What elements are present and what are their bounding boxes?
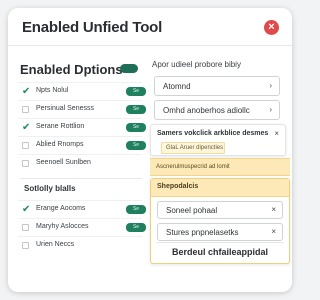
check-icon: ✔ [22,122,31,133]
checkbox-empty[interactable] [22,224,29,231]
option-row[interactable]: Maryhy Aslocces Se [18,218,146,236]
option-label: Ablied Rnomps [36,141,84,148]
notice-bar: Ascnerulmuspecrid ad lomit [150,158,290,176]
options-heading: Enabled Dptions [20,62,123,77]
option-row[interactable]: Urien Neccs [18,236,142,254]
warning-title: Shepodalcis [157,183,199,190]
details-heading: Apor udieel probore bibiy [152,60,241,69]
option-toggle[interactable]: Se [126,105,146,114]
option-toggle[interactable]: Se [126,123,146,132]
option-toggle[interactable]: Se [126,205,146,214]
section-divider [20,178,142,179]
field-value: Stures pnpnelasetks [166,228,239,237]
option-label: Persinual Senesss [36,105,94,112]
notice-text: Ascnerulmuspecrid ad lomit [156,164,230,170]
checkbox-empty[interactable] [22,142,29,149]
subsection-heading: Sotlolly blalls [24,184,76,193]
option-label: Maryhy Aslocces [36,223,89,230]
chip-text: GlaL Aruer dipencties [166,145,224,151]
select-field-2[interactable]: Omhd anoberhos adiollc › [154,100,280,120]
warning-header: Shepodalcis [151,179,289,197]
field-value: Soneel pohaal [166,206,218,215]
app-window: Enabled Unfied Tool × Enabled Dptions ✔ … [8,8,292,292]
popover-panel: Samers vokclick arkblice desmes × GlaL A… [150,124,286,156]
option-toggle[interactable]: Se [126,141,146,150]
select-value: Atomnd [163,82,191,91]
option-toggle[interactable]: Se [126,223,146,232]
chevron-right-icon: › [269,81,272,90]
checkbox-empty[interactable] [22,242,29,249]
title-bar: Enabled Unfied Tool × [8,8,292,46]
option-label: Urien Neccs [36,241,75,248]
checkbox-empty[interactable] [22,106,29,113]
option-row[interactable]: Persinual Senesss Se [18,100,146,118]
details-panel: Apor udieel probore bibiy Atomnd › Omhd … [146,46,292,292]
clear-icon[interactable]: × [271,227,276,236]
dialog-field-1[interactable]: Soneel pohaal × [157,201,283,219]
check-icon: ✔ [22,204,31,215]
chevron-right-icon: › [269,105,272,114]
clear-icon[interactable]: × [271,205,276,214]
close-icon[interactable]: × [264,20,279,35]
select-value: Omhd anoberhos adiollc [163,106,250,115]
popover-title: Samers vokclick arkblice desmes [157,130,269,137]
option-label: Npts Nolul [36,87,69,94]
option-label: Erange Aocoms [36,205,86,212]
confirm-button[interactable]: Berdeul chfaileappidal [157,242,283,260]
option-row[interactable]: Seenoell Sunlben [18,154,142,172]
select-field-1[interactable]: Atomnd › [154,76,280,96]
option-row[interactable]: ✔ Npts Nolul Se [18,82,146,100]
warning-dialog: Shepodalcis Soneel pohaal × Stures pnpne… [150,178,290,264]
check-icon: ✔ [22,86,31,97]
option-toggle[interactable]: Se [126,87,146,96]
option-row[interactable]: Ablied Rnomps Se [18,136,146,154]
option-label: Serane Rottlion [36,123,85,130]
option-row[interactable]: ✔ Serane Rottlion Se [18,118,146,136]
checkbox-empty[interactable] [22,160,29,167]
window-title: Enabled Unfied Tool [22,19,163,36]
dialog-field-2[interactable]: Stures pnpnelasetks × [157,223,283,241]
option-row[interactable]: ✔ Erange Aocoms Se [18,200,146,218]
close-icon[interactable]: × [274,129,279,138]
option-label: Seenoell Sunlben [36,159,91,166]
options-toggle[interactable] [120,64,138,73]
info-chip: GlaL Aruer dipencties [161,142,225,154]
options-panel: Enabled Dptions ✔ Npts Nolul Se Persinua… [8,46,146,292]
